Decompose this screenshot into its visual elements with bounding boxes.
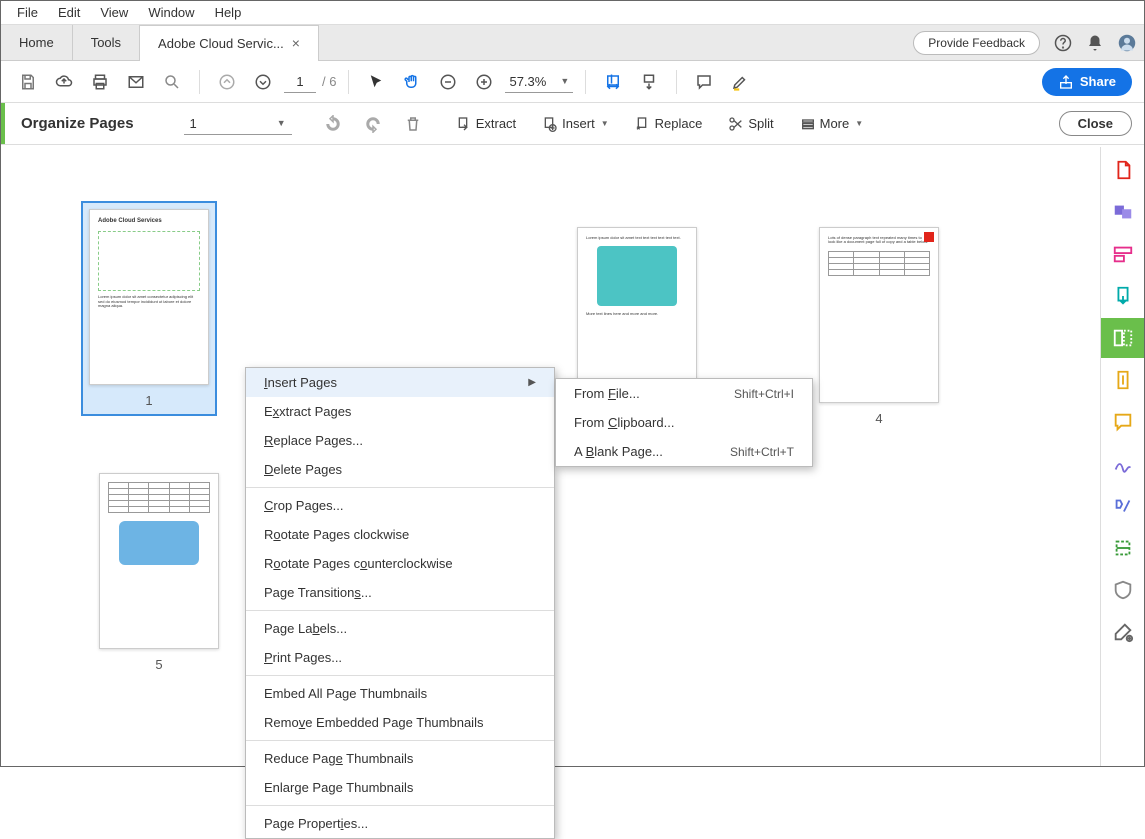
- help-icon[interactable]: [1054, 34, 1072, 52]
- split-button[interactable]: Split: [720, 112, 781, 136]
- page-thumbnail-5[interactable]: 5: [99, 473, 219, 672]
- scan-icon[interactable]: [1112, 537, 1134, 559]
- account-avatar[interactable]: [1118, 34, 1136, 52]
- extract-button[interactable]: Extract: [448, 112, 524, 136]
- more-button[interactable]: More▼: [792, 112, 872, 136]
- context-menu: Insert Pages▶ Exxtract Pages Replace Pag…: [245, 367, 555, 839]
- ctx-replace-pages[interactable]: Replace Pages...: [246, 426, 554, 455]
- menu-window[interactable]: Window: [138, 3, 204, 22]
- insert-pages-submenu: From File...Shift+Ctrl+I From Clipboard.…: [555, 378, 813, 467]
- page-down-icon[interactable]: [248, 67, 278, 97]
- rotate-cw-icon[interactable]: [358, 109, 388, 139]
- hand-tool-icon[interactable]: [397, 67, 427, 97]
- ctx-rotate-cw[interactable]: Rootate Pages clockwise: [246, 520, 554, 549]
- mail-icon[interactable]: [121, 67, 151, 97]
- ctx-rotate-ccw[interactable]: Rootate Pages counterclockwise: [246, 549, 554, 578]
- ctx-extract-pages[interactable]: Exxtract Pages: [246, 397, 554, 426]
- close-organize-button[interactable]: Close: [1059, 111, 1132, 136]
- organize-pages-title: Organize Pages: [21, 115, 134, 132]
- ctx-page-transitions[interactable]: Page Transitions...: [246, 578, 554, 607]
- sign-icon[interactable]: [1112, 453, 1134, 475]
- zoom-select[interactable]: 57.3%▼: [505, 71, 573, 93]
- organize-page-select[interactable]: 1▼: [184, 113, 292, 135]
- menubar: File Edit View Window Help: [1, 1, 1144, 25]
- provide-feedback-button[interactable]: Provide Feedback: [913, 31, 1040, 55]
- redact-icon[interactable]: [1112, 495, 1134, 517]
- sub-blank-page[interactable]: A Blank Page...Shift+Ctrl+T: [556, 437, 812, 466]
- menu-help[interactable]: Help: [205, 3, 252, 22]
- menu-edit[interactable]: Edit: [48, 3, 90, 22]
- search-icon[interactable]: [157, 67, 187, 97]
- main-toolbar: / 6 57.3%▼ Share: [1, 61, 1144, 103]
- bell-icon[interactable]: [1086, 34, 1104, 52]
- zoom-in-icon[interactable]: [469, 67, 499, 97]
- tab-bar: Home Tools Adobe Cloud Servic...× Provid…: [1, 25, 1144, 61]
- thumbnail-number: 1: [145, 393, 152, 408]
- save-icon[interactable]: [13, 67, 43, 97]
- page-total-label: / 6: [322, 74, 336, 89]
- protect-icon[interactable]: [1112, 579, 1134, 601]
- page-thumbnail-4[interactable]: Lots of dense paragraph text repeated ma…: [819, 227, 939, 426]
- create-pdf-icon[interactable]: [1112, 159, 1134, 181]
- combine-icon[interactable]: [1112, 201, 1134, 223]
- page-number-input[interactable]: [284, 71, 316, 93]
- zoom-out-icon[interactable]: [433, 67, 463, 97]
- print-icon[interactable]: [85, 67, 115, 97]
- rotate-ccw-icon[interactable]: [318, 109, 348, 139]
- fit-page-icon[interactable]: [634, 67, 664, 97]
- ctx-reduce-thumbs[interactable]: Reduce Page Thumbnails: [246, 744, 554, 773]
- accent-strip: [1, 103, 5, 144]
- thumbnail-number: 5: [155, 657, 162, 672]
- thumbnail-number: 4: [875, 411, 882, 426]
- edit-pdf-icon[interactable]: [1112, 243, 1134, 265]
- highlight-icon[interactable]: [725, 67, 755, 97]
- more-tools-icon[interactable]: [1112, 621, 1134, 643]
- menu-view[interactable]: View: [90, 3, 138, 22]
- ctx-enlarge-thumbs[interactable]: Enlarge Page Thumbnails: [246, 773, 554, 802]
- fit-width-icon[interactable]: [598, 67, 628, 97]
- insert-button[interactable]: Insert▼: [534, 112, 616, 136]
- delete-icon[interactable]: [398, 109, 428, 139]
- close-tab-icon[interactable]: ×: [292, 35, 300, 51]
- comment-icon[interactable]: [689, 67, 719, 97]
- tab-tools[interactable]: Tools: [73, 25, 140, 61]
- sub-from-file[interactable]: From File...Shift+Ctrl+I: [556, 379, 812, 408]
- comment-tool-icon[interactable]: [1112, 411, 1134, 433]
- right-tool-rail: [1100, 147, 1144, 766]
- replace-button[interactable]: Replace: [627, 112, 711, 136]
- selection-tool-icon[interactable]: [361, 67, 391, 97]
- menu-file[interactable]: File: [7, 3, 48, 22]
- tab-document[interactable]: Adobe Cloud Servic...×: [140, 25, 319, 61]
- sub-from-clipboard[interactable]: From Clipboard...: [556, 408, 812, 437]
- ctx-page-labels[interactable]: Page Labels...: [246, 614, 554, 643]
- ctx-delete-pages[interactable]: Delete Pages: [246, 455, 554, 484]
- tab-home[interactable]: Home: [1, 25, 73, 61]
- organize-pages-icon[interactable]: [1112, 327, 1134, 349]
- ctx-insert-pages[interactable]: Insert Pages▶: [246, 368, 554, 397]
- ctx-page-properties[interactable]: Page Properties...: [246, 809, 554, 838]
- page-up-icon[interactable]: [212, 67, 242, 97]
- ctx-embed-thumbs[interactable]: Embed All Page Thumbnails: [246, 679, 554, 708]
- page-thumbnail-1[interactable]: Adobe Cloud ServicesLorem ipsum dolor si…: [81, 201, 217, 416]
- export-pdf-icon[interactable]: [1112, 285, 1134, 307]
- share-button[interactable]: Share: [1042, 68, 1132, 96]
- organize-pages-bar: Organize Pages 1▼ Extract Insert▼ Replac…: [1, 103, 1144, 145]
- ctx-print-pages[interactable]: Print Pages...: [246, 643, 554, 672]
- compress-icon[interactable]: [1112, 369, 1134, 391]
- cloud-upload-icon[interactable]: [49, 67, 79, 97]
- ctx-crop-pages[interactable]: Crop Pages...: [246, 491, 554, 520]
- ctx-remove-embedded-thumbs[interactable]: Remove Embedded Page Thumbnails: [246, 708, 554, 737]
